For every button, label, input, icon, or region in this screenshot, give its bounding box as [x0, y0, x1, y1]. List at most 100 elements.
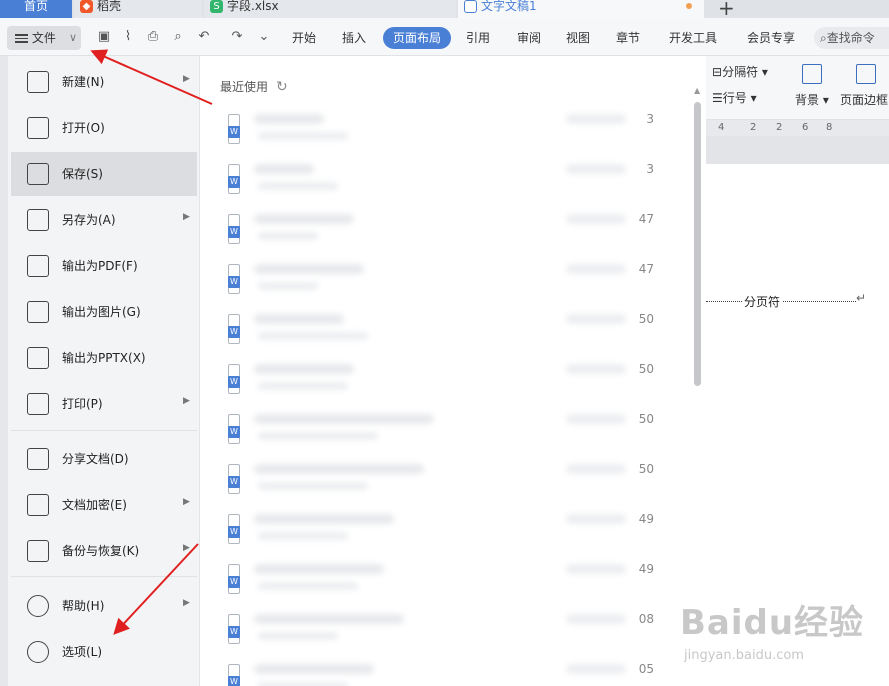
redo-icon[interactable]: ↷ — [229, 29, 245, 45]
recent-file-item[interactable]: W 05 — [228, 660, 654, 686]
menu-page-layout[interactable]: 页面布局 — [383, 27, 451, 49]
menu-member[interactable]: 会员专享 — [747, 29, 795, 47]
blurred-file-name — [254, 514, 394, 524]
backup-restore-icon — [27, 540, 49, 562]
file-menu-item[interactable]: 打印(P) ▶ — [11, 382, 197, 426]
blurred-file-name — [254, 564, 384, 574]
submenu-arrow-icon: ▶ — [183, 598, 190, 608]
file-menu-item[interactable]: 选项(L) — [11, 630, 197, 674]
recent-file-item[interactable]: W 08 — [228, 610, 654, 650]
recent-file-item[interactable]: W3 — [228, 110, 654, 150]
recent-files-panel: 最近使用 ↻ ▲ W 3 W 3 W 47 W 47 W 50 W 50 W 50 W 50 W 49 W 49 W 08 W… — [200, 56, 706, 686]
format-painter-icon[interactable]: ⌇ — [120, 29, 136, 45]
share-icon — [27, 448, 49, 470]
file-menu-item[interactable]: 输出为PPTX(X) — [11, 336, 197, 380]
line-number-icon: ☰ — [712, 91, 723, 105]
quick-print-icon[interactable]: ⎙ — [145, 29, 161, 45]
blurred-file-path — [258, 632, 338, 640]
menu-developer[interactable]: 开发工具 — [669, 29, 717, 47]
spreadsheet-icon: S — [210, 0, 223, 13]
page-border-button[interactable]: 页面边框 — [840, 92, 888, 108]
file-menu-item[interactable]: 输出为图片(G) — [11, 290, 197, 334]
recent-scrollbar[interactable] — [694, 102, 701, 386]
file-menu-item[interactable]: 保存(S) — [11, 152, 197, 196]
blurred-file-path — [258, 682, 348, 686]
recent-file-item[interactable]: W 49 — [228, 560, 654, 600]
separator-button[interactable]: ⊟分隔符 ▾ — [712, 64, 768, 80]
recent-file-item[interactable]: W 50 — [228, 360, 654, 400]
recent-file-item[interactable]: W 50 — [228, 310, 654, 350]
new-tab-button[interactable]: + — [718, 0, 735, 20]
recent-title: 最近使用 ↻ — [220, 79, 288, 95]
recent-file-item[interactable]: W3 — [228, 160, 654, 200]
separator-icon: ⊟ — [712, 65, 723, 79]
file-menu-item[interactable]: 打开(O) — [11, 106, 197, 150]
line-number-button[interactable]: ☰行号 ▾ — [712, 90, 757, 106]
recent-file-item[interactable]: W 47 — [228, 260, 654, 300]
background-button[interactable]: 背景 ▾ — [795, 92, 829, 108]
file-menu-item-label: 分享文档(D) — [62, 452, 129, 466]
recent-file-time: 49 — [566, 560, 654, 578]
blurred-file-path — [258, 582, 358, 590]
writer-doc-icon: W — [228, 164, 242, 196]
scroll-up-icon[interactable]: ▲ — [694, 86, 700, 95]
command-search[interactable]: ⌕查找命令 — [814, 27, 889, 49]
file-menu-item[interactable]: 文档加密(E) ▶ — [11, 483, 197, 527]
tab-field-xlsx[interactable]: S 字段.xlsx — [204, 0, 456, 18]
blurred-file-name — [254, 664, 374, 674]
file-menu-item-label: 打印(P) — [62, 397, 103, 411]
tab-daoke[interactable]: ◆ 稻壳 — [74, 0, 202, 18]
recent-file-time: 49 — [566, 510, 654, 528]
file-menu-item[interactable]: 新建(N) ▶ — [11, 60, 197, 104]
print-preview-icon[interactable]: ⌕ — [170, 29, 186, 45]
menu-chapter[interactable]: 章节 — [616, 29, 640, 47]
menu-start[interactable]: 开始 — [292, 29, 316, 47]
submenu-arrow-icon: ▶ — [183, 74, 190, 84]
recent-file-time: 05 — [566, 660, 654, 678]
file-menu-button[interactable]: 文件 ∨ — [7, 26, 81, 50]
recent-file-item[interactable]: W 50 — [228, 410, 654, 450]
file-menu-item[interactable]: 分享文档(D) — [11, 437, 197, 481]
daoke-logo-icon: ◆ — [80, 0, 93, 13]
blurred-file-path — [258, 182, 338, 190]
writer-doc-icon: W — [228, 364, 242, 396]
submenu-arrow-icon: ▶ — [183, 543, 190, 553]
recent-file-item[interactable]: W 47 — [228, 210, 654, 250]
menu-view[interactable]: 视图 — [566, 29, 590, 47]
menu-bar: 文件 ∨ ▣ ⌇ ⎙ ⌕ ↶ ↷ ⌄ 开始 插入 页面布局 引用 审阅 视图 章… — [0, 18, 889, 56]
writer-doc-icon: W — [228, 564, 242, 596]
recent-file-item[interactable]: W 49 — [228, 510, 654, 550]
blurred-file-path — [258, 432, 378, 440]
file-menu-item[interactable]: 帮助(H) ▶ — [11, 584, 197, 628]
menu-insert[interactable]: 插入 — [342, 29, 366, 47]
refresh-icon[interactable]: ↻ — [276, 79, 288, 95]
file-menu-item[interactable]: 另存为(A) ▶ — [11, 198, 197, 242]
recent-file-time: 50 — [566, 460, 654, 478]
more-chevron-icon[interactable]: ⌄ — [256, 29, 272, 45]
help-icon — [27, 595, 49, 617]
export-pptx-icon — [27, 347, 49, 369]
submenu-arrow-icon: ▶ — [183, 396, 190, 406]
blurred-file-name — [254, 614, 404, 624]
hamburger-icon — [15, 32, 28, 45]
file-menu-item-label: 新建(N) — [62, 75, 105, 89]
tab-home[interactable]: 首页 — [0, 0, 72, 18]
file-menu-item-label: 帮助(H) — [62, 599, 105, 613]
tab-document[interactable]: W 文字文稿1 — [458, 0, 704, 18]
unsaved-dot-icon — [686, 3, 692, 9]
recent-file-item[interactable]: W 50 — [228, 460, 654, 500]
background-icon[interactable] — [802, 64, 822, 84]
file-menu-item-label: 输出为PDF(F) — [62, 259, 138, 273]
writer-doc-icon: W — [464, 0, 477, 13]
quick-save-icon[interactable]: ▣ — [96, 29, 112, 45]
page-border-icon[interactable] — [856, 64, 876, 84]
menu-review[interactable]: 审阅 — [517, 29, 541, 47]
blurred-file-name — [254, 464, 424, 474]
undo-icon[interactable]: ↶ — [196, 29, 212, 45]
file-menu-item[interactable]: 备份与恢复(K) ▶ — [11, 529, 197, 573]
file-menu-item[interactable]: 输出为PDF(F) — [11, 244, 197, 288]
blurred-file-name — [254, 214, 354, 224]
recent-file-time: 3 — [566, 160, 654, 178]
menu-reference[interactable]: 引用 — [466, 29, 490, 47]
baidu-watermark-url: jingyan.baidu.com — [684, 648, 804, 663]
